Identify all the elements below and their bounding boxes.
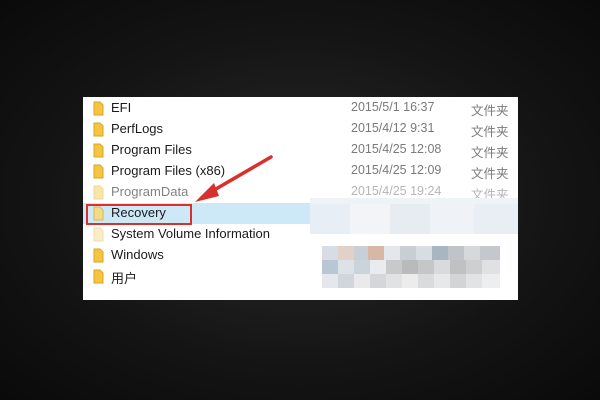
folder-icon bbox=[93, 164, 104, 179]
file-name: EFI bbox=[111, 100, 132, 115]
folder-icon bbox=[93, 185, 104, 200]
folder-icon bbox=[93, 143, 104, 158]
file-date: 2015/4/25 12:08 bbox=[351, 142, 442, 156]
file-type: 文件夹 bbox=[471, 104, 509, 118]
file-row-efi[interactable]: EFI 2015/5/1 16:37 文件夹 bbox=[83, 98, 518, 119]
file-name: Windows bbox=[111, 247, 164, 262]
file-row-program-files-x86[interactable]: Program Files (x86) 2015/4/25 12:09 文件夹 bbox=[83, 161, 518, 182]
file-date: 2015/4/25 19:24 bbox=[351, 184, 442, 198]
file-name: Program Files (x86) bbox=[111, 163, 226, 178]
folder-icon bbox=[93, 122, 104, 137]
mosaic-blur-region bbox=[310, 198, 518, 298]
file-date: 2015/5/1 16:37 bbox=[351, 100, 435, 114]
folder-icon bbox=[93, 248, 104, 263]
file-row-perflogs[interactable]: PerfLogs 2015/4/12 9:31 文件夹 bbox=[83, 119, 518, 140]
file-type: 文件夹 bbox=[471, 125, 509, 139]
file-date: 2015/4/12 9:31 bbox=[351, 121, 435, 135]
file-name: 用户 bbox=[111, 271, 138, 286]
folder-icon bbox=[93, 269, 104, 284]
file-name: Program Files bbox=[111, 142, 192, 157]
recovery-highlight-box bbox=[86, 204, 192, 225]
file-name: PerfLogs bbox=[111, 121, 164, 136]
file-row-program-files[interactable]: Program Files 2015/4/25 12:08 文件夹 bbox=[83, 140, 518, 161]
folder-icon bbox=[93, 227, 104, 242]
folder-icon bbox=[93, 101, 104, 116]
file-type: 文件夹 bbox=[471, 167, 509, 181]
file-date: 2015/4/25 12:09 bbox=[351, 163, 442, 177]
file-type: 文件夹 bbox=[471, 146, 509, 160]
file-name: ProgramData bbox=[111, 184, 189, 199]
file-name: System Volume Information bbox=[111, 226, 270, 241]
